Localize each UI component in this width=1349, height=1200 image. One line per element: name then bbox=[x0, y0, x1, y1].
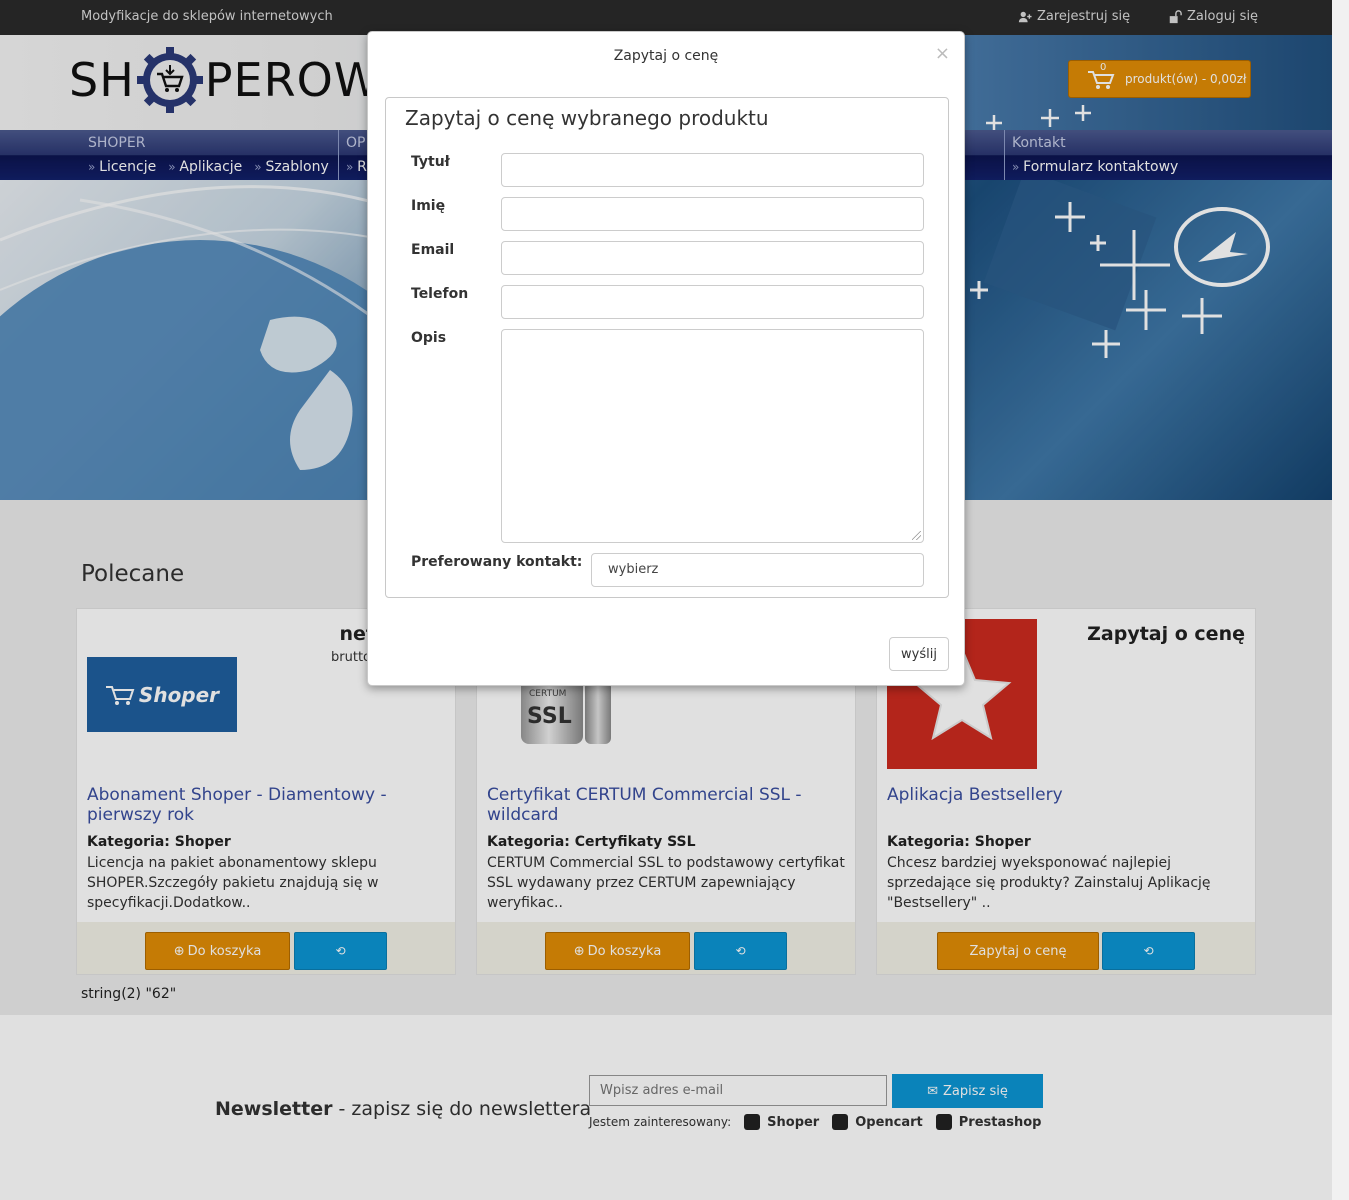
email-label: Email bbox=[411, 242, 455, 258]
ask-price-modal: Zapytaj o cenę × Zapytaj o cenę wybraneg… bbox=[367, 31, 965, 686]
scrollbar-track[interactable] bbox=[1332, 0, 1349, 1200]
title-label: Tytuł bbox=[411, 154, 450, 170]
title-input[interactable] bbox=[501, 153, 924, 187]
description-label: Opis bbox=[411, 330, 447, 346]
ask-price-form: Zapytaj o cenę wybranego produktu Tytuł … bbox=[385, 97, 949, 598]
send-button[interactable]: wyślij bbox=[889, 637, 949, 671]
email-input[interactable] bbox=[501, 241, 924, 275]
resize-handle-icon[interactable] bbox=[912, 531, 921, 540]
phone-label: Telefon bbox=[411, 286, 469, 302]
modal-title: Zapytaj o cenę bbox=[613, 48, 719, 64]
name-input[interactable] bbox=[501, 197, 924, 231]
contact-preference-select[interactable]: wybierz bbox=[591, 553, 924, 587]
description-textarea[interactable] bbox=[501, 329, 924, 543]
contact-preference-label: Preferowany kontakt: bbox=[411, 554, 583, 570]
name-label: Imię bbox=[411, 198, 446, 214]
phone-input[interactable] bbox=[501, 285, 924, 319]
form-legend: Zapytaj o cenę wybranego produktu bbox=[405, 106, 769, 130]
close-icon[interactable]: × bbox=[935, 45, 950, 63]
